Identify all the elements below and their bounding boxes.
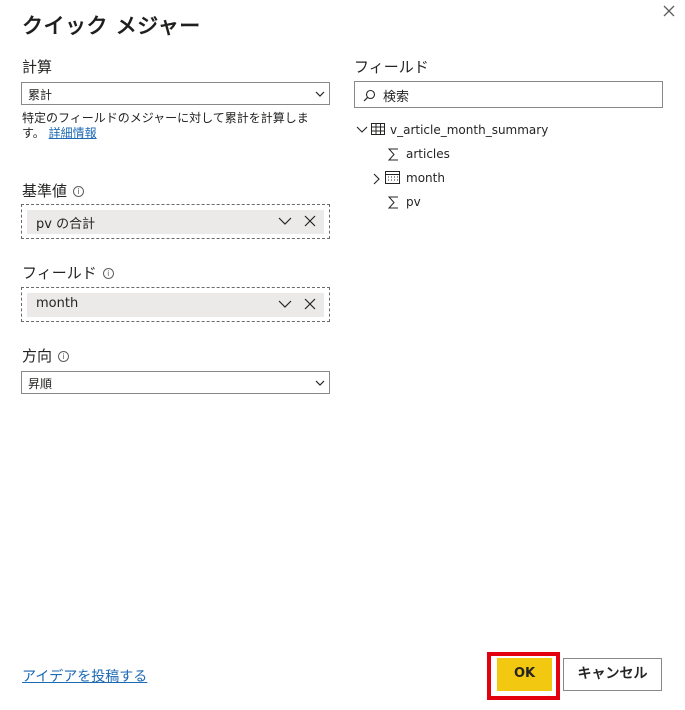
calendar-icon [385, 171, 400, 184]
base-value-value: pv の合計 [36, 217, 96, 232]
tree-table-row[interactable]: v_article_month_summary [354, 122, 554, 140]
field-value: month [36, 296, 79, 311]
sigma-icon [388, 196, 398, 209]
chevron-down-icon[interactable] [278, 299, 292, 309]
field-pill[interactable]: month [27, 293, 324, 317]
close-button[interactable] [660, 2, 678, 20]
calculation-label: 計算 [22, 58, 53, 76]
field-item-label: pv [406, 195, 421, 209]
field-item-label: month [406, 171, 445, 185]
field-item-label: articles [406, 147, 450, 161]
direction-heading: 方向 i [22, 345, 70, 366]
search-input[interactable]: 検索 [354, 81, 663, 108]
ok-button[interactable]: OK [497, 658, 552, 691]
chevron-down-icon[interactable] [278, 216, 292, 226]
cancel-button[interactable]: キャンセル [563, 658, 662, 691]
remove-icon[interactable] [304, 298, 316, 310]
info-icon[interactable]: i [102, 268, 114, 279]
chevron-right-icon[interactable] [372, 173, 380, 185]
calculation-description: 特定のフィールドのメジャーに対して累計を計算します。 詳細情報 [22, 111, 322, 141]
sigma-icon [388, 148, 398, 161]
submit-idea-link[interactable]: アイデアを投稿する [22, 666, 147, 686]
base-value-heading: 基準値 i [22, 180, 85, 201]
calculation-select[interactable]: 累計 [21, 82, 330, 105]
field-heading: フィールド i [22, 262, 114, 283]
close-icon [663, 5, 675, 17]
fields-pane-label: フィールド [354, 58, 429, 76]
direction-select[interactable]: 昇順 [21, 371, 330, 394]
table-icon [371, 123, 385, 135]
calculation-select-value: 累計 [28, 88, 53, 102]
learn-more-link[interactable]: 詳細情報 [49, 126, 97, 140]
tree-field-row[interactable]: month [370, 170, 490, 188]
field-label: フィールド [22, 264, 97, 282]
chevron-down-icon [315, 91, 325, 97]
tree-field-row[interactable]: pv [386, 194, 506, 212]
direction-select-value: 昇順 [28, 377, 53, 391]
remove-icon[interactable] [304, 215, 316, 227]
base-value-well[interactable]: pv の合計 [21, 204, 330, 239]
info-icon[interactable]: i [73, 186, 85, 197]
tree-field-row[interactable]: articles [386, 146, 506, 164]
field-well[interactable]: month [21, 287, 330, 322]
dialog-title: クイック メジャー [22, 14, 201, 38]
chevron-down-icon[interactable] [356, 125, 368, 135]
table-name: v_article_month_summary [390, 123, 549, 137]
base-value-label: 基準値 [22, 182, 68, 200]
info-icon[interactable]: i [58, 351, 70, 362]
base-value-pill[interactable]: pv の合計 [27, 210, 324, 234]
chevron-down-icon [315, 380, 325, 386]
direction-label: 方向 [22, 347, 53, 365]
search-icon [363, 89, 376, 102]
search-placeholder: 検索 [383, 90, 410, 105]
